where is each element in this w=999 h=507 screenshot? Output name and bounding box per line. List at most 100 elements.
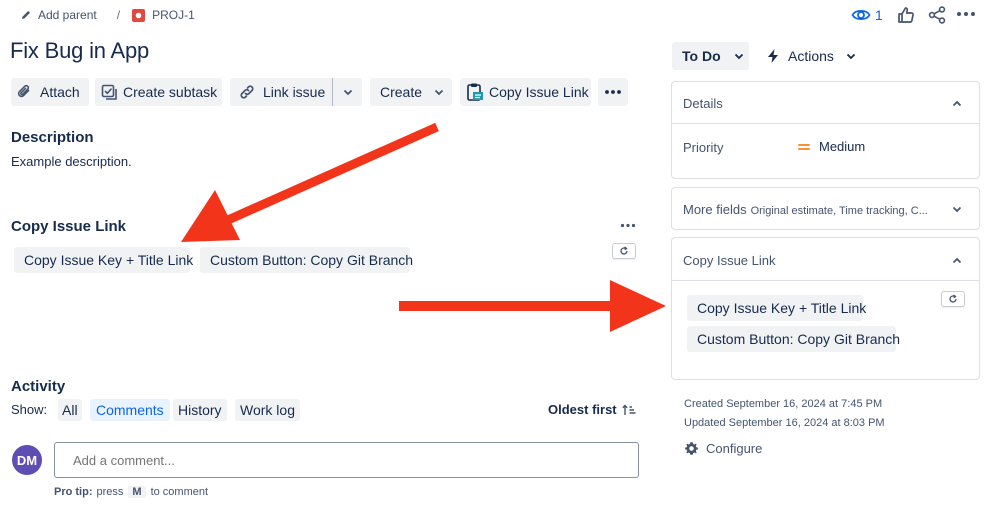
more-actions-button[interactable] — [598, 78, 628, 106]
pro-tip-label: Pro tip: — [54, 486, 93, 498]
eye-icon — [851, 9, 871, 21]
pencil-icon — [22, 11, 30, 19]
avatar[interactable]: DM — [12, 445, 42, 475]
keyboard-shortcut-key: M — [128, 486, 146, 498]
copy-key-title-button[interactable]: Copy Issue Key + Title Link — [14, 247, 194, 273]
created-timestamp: Created September 16, 2024 at 7:45 PM — [684, 398, 883, 410]
sidebar-refresh-button[interactable] — [941, 291, 965, 307]
description-heading: Description — [11, 129, 94, 146]
filter-work-log[interactable]: Work log — [235, 399, 300, 421]
chevron-up-icon — [952, 257, 962, 264]
gear-icon — [685, 442, 698, 455]
issue-title[interactable]: Fix Bug in App — [10, 38, 149, 64]
avatar-initials: DM — [16, 452, 38, 468]
more-icon[interactable] — [956, 9, 976, 19]
link-issue-label: Link issue — [263, 84, 326, 100]
lightning-icon — [768, 49, 778, 63]
filter-comments-label: Comments — [96, 402, 164, 418]
configure-button[interactable]: Configure — [684, 441, 762, 456]
attach-label: Attach — [40, 84, 80, 100]
subtask-icon — [101, 84, 117, 100]
copy-key-title-label: Copy Issue Key + Title Link — [24, 252, 194, 268]
more-fields-summary: Original estimate, Time tracking, C... — [750, 205, 928, 217]
copy-panel-heading: Copy Issue Link — [11, 218, 127, 235]
copy-git-branch-button[interactable]: Custom Button: Copy Git Branch — [200, 247, 414, 273]
bug-icon — [132, 8, 146, 22]
chevron-down-icon — [343, 89, 352, 95]
refresh-icon — [949, 294, 957, 303]
annotation-arrow-horizontal — [399, 280, 666, 332]
more-fields-panel[interactable]: More fields Original estimate, Time trac… — [671, 187, 980, 230]
project-key-label: PROJ-1 — [152, 8, 195, 22]
copy-issue-link-button[interactable]: Copy Issue Link — [460, 78, 591, 106]
sort-order-label: Oldest first — [548, 402, 617, 417]
watch-count: 1 — [875, 7, 883, 23]
actions-label: Actions — [788, 48, 834, 64]
share-icon[interactable] — [928, 6, 946, 24]
create-button[interactable]: Create — [370, 78, 452, 106]
details-panel: Details Priority Medium — [671, 81, 980, 179]
chevron-down-icon — [846, 53, 856, 59]
more-fields-label: More fields — [683, 202, 747, 217]
filter-history-label: History — [178, 402, 222, 418]
filter-all[interactable]: All — [58, 399, 82, 421]
filter-all-label: All — [62, 402, 78, 418]
more-icon[interactable] — [620, 223, 636, 228]
paperclip-icon — [17, 84, 30, 98]
link-issue-button[interactable]: Link issue — [230, 78, 332, 106]
status-label: To Do — [682, 48, 721, 64]
activity-heading: Activity — [11, 378, 66, 395]
add-parent-link[interactable]: Add parent — [20, 8, 97, 22]
sidebar-copy-key-title-label: Copy Issue Key + Title Link — [697, 300, 867, 316]
more-icon — [605, 90, 621, 94]
chevron-down-icon — [952, 206, 962, 213]
create-subtask-label: Create subtask — [123, 84, 218, 100]
clipboard-icon — [467, 83, 483, 101]
priority-value: Medium — [819, 139, 866, 154]
refresh-icon — [620, 246, 628, 255]
copy-issue-link-sidebar-heading: Copy Issue Link — [683, 253, 776, 268]
sort-order-button[interactable]: Oldest first — [548, 402, 636, 417]
create-label: Create — [380, 84, 423, 100]
chevron-down-icon — [734, 53, 743, 59]
project-key-link[interactable]: PROJ-1 — [132, 8, 195, 22]
priority-medium-icon — [798, 143, 810, 150]
filter-comments[interactable]: Comments — [90, 399, 170, 421]
filter-work-log-label: Work log — [240, 402, 295, 418]
sidebar-copy-key-title-button[interactable]: Copy Issue Key + Title Link — [687, 295, 867, 321]
sidebar-copy-git-branch-button[interactable]: Custom Button: Copy Git Branch — [687, 326, 900, 352]
copy-git-branch-label: Custom Button: Copy Git Branch — [210, 252, 414, 268]
more-fields-header: More fields Original estimate, Time trac… — [683, 202, 938, 217]
attach-button[interactable]: Attach — [11, 78, 89, 106]
priority-label: Priority — [683, 140, 724, 155]
add-parent-label: Add parent — [38, 8, 97, 22]
updated-timestamp: Updated September 16, 2024 at 8:03 PM — [684, 417, 885, 429]
watch-button[interactable]: 1 — [851, 5, 883, 25]
pro-tip: Pro tip: press M to comment — [54, 486, 208, 498]
chevron-down-icon — [434, 89, 444, 95]
refresh-button[interactable] — [612, 243, 636, 259]
status-dropdown[interactable]: To Do — [672, 42, 749, 70]
pro-tip-press: press — [96, 486, 124, 498]
thumbs-up-icon[interactable] — [897, 6, 915, 24]
priority-field[interactable]: Medium — [798, 139, 865, 154]
details-header[interactable]: Details — [672, 82, 979, 124]
show-label: Show: — [11, 402, 48, 417]
details-heading: Details — [683, 96, 723, 111]
link-issue-dropdown-button[interactable] — [333, 78, 362, 106]
actions-dropdown[interactable]: Actions — [766, 48, 856, 64]
pro-tip-suffix: to comment — [150, 486, 209, 498]
filter-history[interactable]: History — [173, 399, 227, 421]
copy-issue-link-label: Copy Issue Link — [489, 84, 589, 100]
breadcrumb-separator: / — [116, 8, 121, 22]
description-text[interactable]: Example description. — [11, 154, 132, 169]
annotation-arrow-diagonal — [181, 122, 439, 242]
configure-label: Configure — [706, 441, 763, 456]
chevron-up-icon — [952, 100, 962, 107]
breadcrumb: Add parent / PROJ-1 — [20, 7, 195, 23]
comment-input[interactable] — [54, 442, 639, 478]
sort-ascending-icon — [621, 403, 636, 415]
copy-issue-link-sidebar-header[interactable]: Copy Issue Link — [672, 238, 979, 281]
create-subtask-button[interactable]: Create subtask — [95, 78, 222, 106]
link-icon — [240, 85, 254, 99]
